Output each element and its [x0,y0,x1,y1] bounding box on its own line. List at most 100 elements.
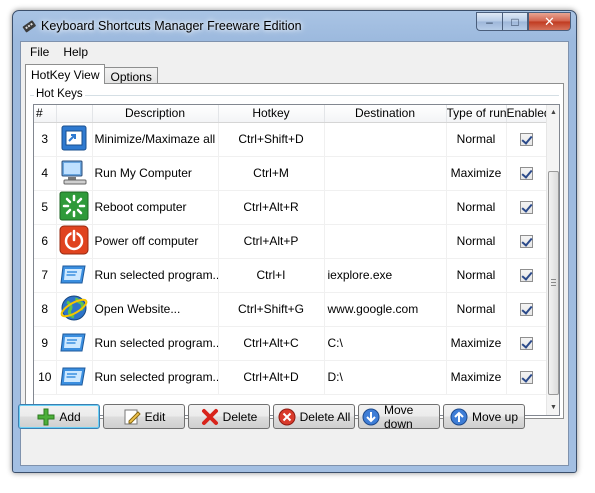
plus-icon [37,408,55,425]
move-up-button[interactable]: Move up [443,404,525,429]
title-bar[interactable]: Keyboard Shortcuts Manager Freeware Edit… [13,11,576,41]
row-description: Run My Computer [92,156,219,191]
row-enabled-cell [506,326,548,361]
column-header-enabled[interactable]: Enabled [506,105,548,123]
row-number: 5 [34,190,57,225]
row-number: 8 [34,292,57,327]
scroll-down-icon[interactable]: ▼ [547,401,559,414]
tab-options[interactable]: Options [104,67,158,84]
scrollbar-thumb[interactable] [548,171,559,395]
close-icon: ✕ [544,13,555,29]
row-hotkey: Ctrl+Shift+D [218,122,325,157]
row-number: 4 [34,156,57,191]
table-row[interactable]: 7 Run selected program... Ctrl+I iexplore.e… [34,258,548,293]
edit-button[interactable]: Edit [103,404,185,429]
minimize-icon: – [486,14,493,29]
add-button-label: Add [59,409,81,424]
maximize-button[interactable]: □ [502,12,528,31]
row-hotkey: Ctrl+Alt+C [218,326,325,361]
delete-all-button-label: Delete All [299,409,351,424]
enabled-checkbox[interactable] [520,371,533,385]
table-body: 3 Minimize/Maximaze all ... Ctrl+Shift+D No… [34,122,548,395]
minimize-button[interactable]: – [476,12,502,31]
row-description: Run selected program... [92,360,219,395]
maximize-icon: □ [511,14,519,29]
caption-buttons: – □ ✕ [476,12,571,31]
hotkey-view-panel: Hot Keys # Description Hotkey Destinatio… [25,83,564,419]
column-header-number[interactable]: # [34,105,57,123]
row-type-of-run: Normal [446,258,507,293]
globe-icon [56,292,93,327]
column-header-hotkey[interactable]: Hotkey [218,105,325,123]
hotkeys-table: # Description Hotkey Destination Type of… [34,105,548,395]
enabled-checkbox[interactable] [520,201,533,215]
program-window-icon [56,360,93,395]
row-number: 6 [34,224,57,259]
enabled-checkbox[interactable] [520,337,533,351]
row-enabled-cell [506,224,548,259]
client-area: File Help HotKey View Options Hot Keys # [20,41,569,466]
row-enabled-cell [506,190,548,225]
table-row[interactable]: 5 Reboot computer Ctrl+Alt+R Normal [34,190,548,225]
enabled-checkbox[interactable] [520,269,533,283]
delete-button-label: Delete [222,409,258,424]
row-enabled-cell [506,122,548,157]
delete-all-button[interactable]: Delete All [273,404,355,429]
move-down-button[interactable]: Move down [358,402,440,431]
hotkeys-list[interactable]: # Description Hotkey Destination Type of… [33,104,560,416]
column-header-type-of-run[interactable]: Type of run [446,105,507,123]
menu-help[interactable]: Help [56,45,95,59]
close-button[interactable]: ✕ [528,12,571,31]
row-description: Minimize/Maximaze all ... [92,122,219,157]
delete-all-icon [278,408,296,425]
row-description: Open Website... [92,292,219,327]
row-number: 10 [34,360,57,395]
delete-button[interactable]: Delete [188,404,270,429]
column-header-icon[interactable] [56,105,93,123]
menu-file[interactable]: File [23,45,56,59]
enabled-checkbox[interactable] [520,303,533,317]
tab-hotkey-view[interactable]: HotKey View [25,64,106,84]
arrow-down-icon [362,408,380,425]
enabled-checkbox[interactable] [520,167,533,181]
move-down-button-label: Move down [384,402,414,431]
row-destination [324,122,447,157]
row-destination [324,190,447,225]
arrow-up-icon [450,408,468,425]
table-row[interactable]: 10 Run selected program... Ctrl+Alt+D D:\ Ma… [34,360,548,395]
window-title: Keyboard Shortcuts Manager Freeware Edit… [41,19,302,33]
row-type-of-run: Normal [446,190,507,225]
row-destination: D:\ [324,360,447,395]
row-hotkey: Ctrl+I [218,258,325,293]
table-row[interactable]: 8 Open Website... Ctrl+Shift+G www.google.c… [34,292,548,327]
column-header-destination[interactable]: Destination [324,105,447,123]
row-enabled-cell [506,360,548,395]
edit-button-label: Edit [144,409,166,424]
row-number: 7 [34,258,57,293]
row-description: Power off computer [92,224,219,259]
delete-x-icon [201,408,218,425]
table-row[interactable]: 3 Minimize/Maximaze all ... Ctrl+Shift+D No… [34,122,548,157]
menu-bar: File Help [21,42,568,62]
scroll-up-icon[interactable]: ▲ [547,106,559,119]
vertical-scrollbar[interactable]: ▲ ▼ [546,105,559,415]
table-row[interactable]: 6 Power off computer Ctrl+Alt+P Normal [34,224,548,259]
row-description: Run selected program... [92,258,219,293]
table-row[interactable]: 4 Run My Computer Ctrl+M Maximize [34,156,548,191]
group-divider [30,95,559,96]
row-enabled-cell [506,292,548,327]
table-row[interactable]: 9 Run selected program... Ctrl+Alt+C C:\ Max… [34,326,548,361]
minimize-window-icon [56,122,93,157]
enabled-checkbox[interactable] [520,133,533,147]
enabled-checkbox[interactable] [520,235,533,249]
row-destination: C:\ [324,326,447,361]
edit-icon [124,409,141,424]
row-type-of-run: Normal [446,224,507,259]
row-type-of-run: Normal [446,122,507,157]
row-type-of-run: Maximize [446,156,507,191]
program-window-icon [56,326,93,361]
column-header-description[interactable]: Description [92,105,219,123]
row-type-of-run: Maximize [446,326,507,361]
row-destination [324,224,447,259]
add-button[interactable]: Add [18,404,100,429]
